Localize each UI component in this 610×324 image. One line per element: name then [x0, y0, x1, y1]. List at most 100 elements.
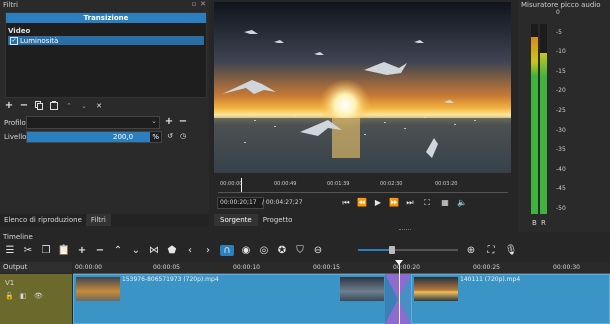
current-time-field[interactable]: 00:00:20;17	[217, 197, 264, 209]
level-label: Livello	[4, 133, 27, 141]
sunset-seagulls-image	[214, 2, 511, 173]
clip-1[interactable]: 153976-806571973 (720p).mp4	[73, 274, 391, 324]
add-filter-button[interactable]: +	[4, 100, 14, 111]
tab-playlist[interactable]: Elenco di riproduzione	[0, 214, 86, 226]
player-playhead[interactable]	[241, 178, 242, 192]
timeline-toolbar-right: ⊕ ⛶ 🎙	[465, 243, 518, 257]
timeline-ruler-tick: 00:00:20	[393, 264, 420, 271]
remove-filter-button[interactable]: −	[19, 100, 29, 111]
filters-panel: Filtri ▫ ✕ Transizione Video ✓ Luminosit…	[0, 0, 209, 214]
meter-channel-b: B	[532, 219, 537, 227]
audio-meter-panel: Misuratore picco audio 0 -5 -10 -15 -20 -25 -3…	[518, 0, 610, 232]
ripple-all-icon[interactable]: ✪	[276, 245, 288, 256]
video-section-label: Video	[8, 27, 31, 35]
move-down-icon[interactable]: ⌄	[79, 101, 89, 111]
tab-project[interactable]: Progetto	[258, 214, 298, 226]
snap-icon[interactable]: ∩	[220, 244, 234, 256]
output-label: Output	[3, 263, 28, 271]
clip-2[interactable]: 140111 (720p).mp4	[411, 274, 610, 324]
skip-previous-icon[interactable]: ⏮	[340, 198, 352, 208]
eye-icon[interactable]: 👁	[34, 292, 43, 300]
volume-icon[interactable]: 🔈	[456, 198, 468, 207]
scrub-icon[interactable]: ◉	[240, 245, 252, 256]
filter-list[interactable]: Transizione Video ✓ Luminosità	[5, 12, 207, 98]
copy-filter-icon[interactable]	[34, 101, 44, 111]
transition-clip[interactable]	[385, 274, 411, 324]
remove-icon[interactable]: −	[94, 245, 106, 256]
track-header-v1[interactable]: V1 🔓 ◧ 👁	[0, 274, 72, 324]
player-ruler-tick: 00:03:20	[435, 181, 458, 187]
panel-float-icon[interactable]: ▫	[190, 0, 198, 8]
keyframe-stopwatch-icon[interactable]: ◷	[178, 131, 188, 141]
tab-filters[interactable]: Filtri	[85, 214, 111, 226]
marker-icon[interactable]: ⬟	[166, 245, 178, 256]
previous-marker-icon[interactable]: ‹	[184, 245, 196, 256]
paste-filter-icon[interactable]	[49, 101, 59, 111]
chevron-down-icon: ⌄	[151, 117, 157, 125]
grid-icon[interactable]: ▦	[438, 198, 452, 207]
timeline-playhead[interactable]	[399, 262, 400, 324]
timeline-ruler[interactable]: 00:00:00 00:00:05 00:00:10 00:00:15 00:0…	[73, 262, 610, 274]
ripple-icon[interactable]: ◎	[258, 245, 270, 256]
tab-source[interactable]: Sorgente	[214, 214, 258, 226]
zoom-timeline-fit-icon[interactable]: ⛶	[485, 245, 497, 256]
meter-scale-label: -25	[556, 107, 566, 114]
filter-checkbox[interactable]: ✓	[10, 36, 18, 45]
profile-select[interactable]: ⌄	[26, 116, 160, 129]
timeline-playhead-handle[interactable]	[395, 260, 403, 265]
fast-forward-icon[interactable]: ⏩	[388, 198, 400, 207]
player-ruler-tick: 00:00:49	[274, 181, 297, 187]
append-icon[interactable]: +	[76, 245, 88, 256]
filter-item-label: Luminosità	[20, 36, 59, 45]
transition-icon	[385, 274, 411, 324]
zoom-out-icon[interactable]: ⊖	[312, 245, 324, 256]
panel-close-icon[interactable]: ✕	[199, 0, 207, 8]
filters-panel-title: Filtri	[3, 1, 18, 9]
filter-toolbar: + − ⌃ ⌄ ✕	[4, 100, 104, 111]
meter-scale: 0 -5 -10 -15 -20 -25 -30 -35 -40 -45 -50	[518, 0, 610, 232]
lock-icon[interactable]: 🔓	[5, 292, 14, 300]
cut-icon[interactable]: ✂	[22, 245, 34, 256]
clip-2-thumbnail	[414, 277, 458, 301]
transition-header: Transizione	[6, 13, 206, 23]
lift-icon[interactable]: ⌃	[112, 245, 124, 256]
timeline-title: Timeline	[3, 233, 33, 241]
menu-icon[interactable]: ☰	[4, 245, 16, 256]
record-audio-icon[interactable]: 🎙	[505, 245, 518, 256]
filter-item-luminosita[interactable]: ✓ Luminosità	[8, 36, 204, 45]
video-preview[interactable]	[214, 2, 511, 173]
track-name: V1	[5, 279, 15, 287]
meter-scale-label: -40	[556, 165, 566, 173]
zoom-slider[interactable]	[358, 246, 458, 254]
reset-level-icon[interactable]: ↺	[165, 131, 175, 141]
clip-1-thumbnail-start	[76, 277, 120, 301]
save-preset-button[interactable]: +	[164, 116, 174, 127]
deselect-filter-icon[interactable]: ✕	[94, 101, 104, 111]
delete-preset-button[interactable]: −	[178, 116, 188, 127]
level-slider[interactable]: 200,0 %	[26, 131, 162, 143]
zoom-slider-handle[interactable]	[389, 246, 395, 254]
rewind-icon[interactable]: ⏪	[356, 198, 368, 207]
level-unit: %	[152, 133, 159, 141]
paste-icon[interactable]: 📋	[58, 245, 70, 256]
play-icon[interactable]: ▶	[372, 198, 384, 207]
hide-icon[interactable]: ◧	[20, 292, 27, 300]
next-marker-icon[interactable]: ›	[202, 245, 214, 256]
clip-1-thumbnail-end	[340, 277, 384, 301]
player-ruler[interactable]: 00:00:00 00:00:49 00:01:39 00:02:30 00:0…	[218, 178, 508, 193]
clip-1-name: 153976-806571973 (720p).mp4	[122, 276, 219, 283]
timeline-ruler-tick: 00:00:15	[313, 264, 340, 271]
copy-icon[interactable]: ❐	[40, 245, 52, 256]
zoom-fit-icon[interactable]: ⛶	[420, 198, 434, 208]
splitter-handle[interactable]	[399, 229, 411, 232]
transport-controls: ⏮ ⏪ ▶ ⏩ ⏭ ⛶ ▦ 🔈	[340, 197, 468, 208]
move-up-icon[interactable]: ⌃	[64, 101, 74, 111]
overwrite-icon[interactable]: ⌄	[130, 245, 142, 256]
meter-scale-label: -5	[556, 28, 562, 36]
zoom-in-icon[interactable]: ⊕	[465, 245, 477, 256]
ripple-markers-icon[interactable]: ⛉	[294, 245, 306, 256]
timeline-ruler-tick: 00:00:30	[553, 264, 580, 271]
meter-scale-label: -20	[556, 87, 566, 95]
skip-next-icon[interactable]: ⏭	[404, 198, 416, 208]
split-icon[interactable]: ⋈	[148, 245, 160, 256]
